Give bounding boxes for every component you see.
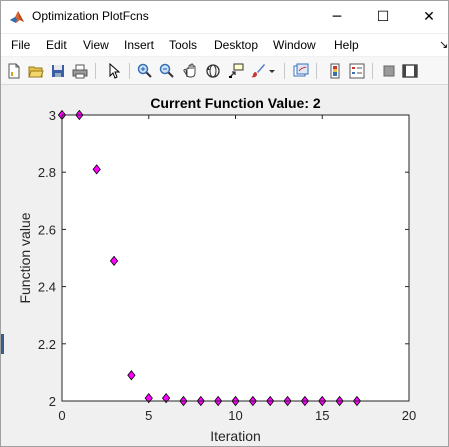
y-axis-label: Function value — [17, 212, 33, 303]
plot-area[interactable]: Current Function Value: 2 0 5 10 15 20 2 2.2 2.4… — [1, 86, 448, 446]
menu-help[interactable]: Help — [334, 38, 359, 52]
maximize-icon: ☐ — [376, 9, 390, 25]
y-tick-label: 2 — [49, 394, 56, 409]
y-tick-label: 2.6 — [38, 222, 56, 237]
matlab-icon — [10, 11, 24, 23]
close-icon: ✕ — [423, 9, 435, 25]
y-tick-label: 3 — [49, 108, 56, 123]
show-plot-tools-icon[interactable] — [401, 62, 419, 80]
menu-file[interactable]: File — [11, 38, 30, 52]
menu-overflow-icon[interactable]: ↘ — [439, 38, 448, 51]
pan-icon[interactable] — [181, 62, 199, 80]
print-icon[interactable] — [71, 62, 89, 80]
menu-insert[interactable]: Insert — [124, 38, 154, 52]
close-button[interactable]: ✕ — [406, 1, 449, 33]
brush-icon[interactable] — [249, 62, 267, 80]
toolbar-separator — [95, 63, 96, 79]
window-title: Optimization PlotFcns — [32, 9, 149, 23]
figure-toolbar — [1, 57, 448, 85]
data-cursor-icon[interactable] — [227, 62, 245, 80]
menu-bar: File Edit View Insert Tools Desktop Wind… — [1, 34, 448, 56]
pointer-icon[interactable] — [105, 62, 123, 80]
colorbar-icon[interactable] — [326, 62, 344, 80]
toolbar-separator — [284, 63, 285, 79]
zoom-out-icon[interactable] — [158, 62, 176, 80]
toolbar-separator — [316, 63, 317, 79]
save-icon[interactable] — [49, 62, 67, 80]
hide-plot-tools-icon[interactable] — [380, 62, 398, 80]
figure-canvas: Current Function Value: 2 0 5 10 15 20 2 2.2 2.4… — [1, 86, 448, 446]
menu-desktop[interactable]: Desktop — [214, 38, 258, 52]
title-bar[interactable]: Optimization PlotFcns ─ ☐ ✕ — [1, 1, 448, 33]
link-plot-icon[interactable] — [292, 62, 310, 80]
x-tick-label: 0 — [58, 408, 65, 423]
chart-title: Current Function Value: 2 — [150, 95, 321, 111]
menu-edit[interactable]: Edit — [46, 38, 67, 52]
x-tick-label: 15 — [315, 408, 329, 423]
x-tick-label: 10 — [228, 408, 242, 423]
open-file-icon[interactable] — [27, 62, 45, 80]
y-tick-label: 2.4 — [38, 280, 56, 295]
x-tick-label: 20 — [402, 408, 416, 423]
x-tick-label: 5 — [145, 408, 152, 423]
new-figure-icon[interactable] — [5, 62, 23, 80]
legend-icon[interactable] — [348, 62, 366, 80]
brush-dropdown-icon[interactable] — [267, 62, 277, 80]
menu-view[interactable]: View — [83, 38, 109, 52]
y-tick-label: 2.2 — [38, 337, 56, 352]
x-axis-label: Iteration — [210, 428, 261, 444]
minimize-icon: ─ — [332, 9, 342, 25]
toolbar-separator — [372, 63, 373, 79]
figure-window: Optimization PlotFcns ─ ☐ ✕ File Edit Vi… — [0, 0, 449, 447]
y-tick-label: 2.8 — [38, 165, 56, 180]
menu-window[interactable]: Window — [273, 38, 316, 52]
zoom-in-icon[interactable] — [136, 62, 154, 80]
menu-tools[interactable]: Tools — [169, 38, 197, 52]
rotate-3d-icon[interactable] — [204, 62, 222, 80]
maximize-button[interactable]: ☐ — [360, 1, 406, 33]
minimize-button[interactable]: ─ — [314, 1, 360, 33]
toolbar-separator — [129, 63, 130, 79]
